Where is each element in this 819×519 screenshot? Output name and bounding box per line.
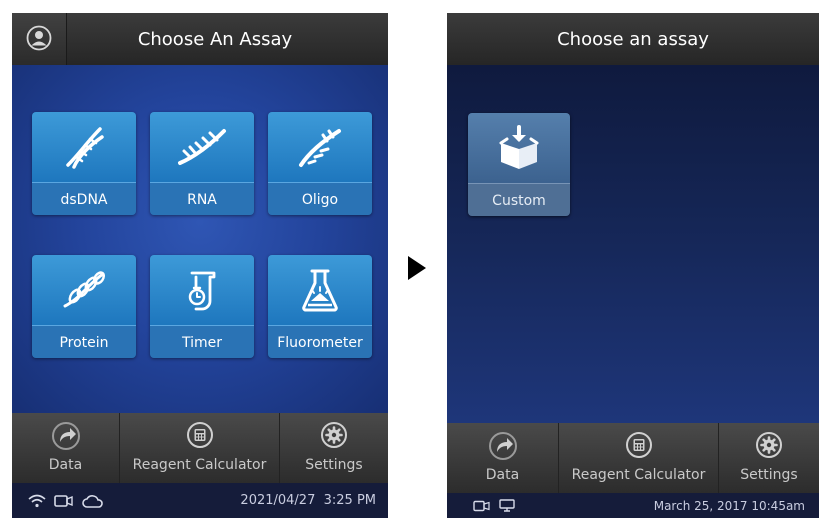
calculator-icon [625,432,652,458]
user-icon [26,25,52,51]
monitor-icon [499,499,515,512]
bottom-nav-bar: Data Reagent Calculator Settings [12,413,388,483]
assay-tile-oligo[interactable]: Oligo [268,112,372,215]
flask-icon [302,269,338,312]
status-bar: 2021/04/27 3:25 PM [12,483,388,518]
open-box-icon [499,125,539,169]
user-profile-button[interactable] [12,13,67,65]
assay-label: RNA [150,182,254,215]
protein-chain-icon [63,271,106,308]
assay-label: Custom [468,183,570,216]
assay-label: Oligo [268,182,372,215]
assay-grid-area: dsDNA RNA Oligo Protein Timer Fluoromete… [12,65,388,413]
assay-label: Protein [32,325,136,358]
play-arrow-icon [408,256,426,280]
camera-icon [54,494,73,507]
dsdna-helix-icon [66,127,104,169]
assay-label: Timer [150,325,254,358]
nav-label: Data [485,467,520,483]
timer-icon [188,271,216,311]
assay-tile-rna[interactable]: RNA [150,112,254,215]
bottom-nav-bar: Data Reagent Calculator Settings [447,423,819,493]
nav-label: Data [48,457,83,473]
assay-tile-dsdna[interactable]: dsDNA [32,112,136,215]
reagent-calculator-button[interactable]: Reagent Calculator [120,413,280,483]
data-button[interactable]: Data [12,413,120,483]
assay-label: Fluorometer [268,325,372,358]
status-datetime: March 25, 2017 10:45am [653,498,805,513]
rna-strand-icon [178,129,226,165]
assay-tile-protein[interactable]: Protein [32,255,136,358]
calculator-icon [186,422,213,448]
left-device-screen: Choose An Assay dsDNA RNA Oligo Protein … [12,13,388,518]
cloud-icon [82,494,103,508]
page-title: Choose An Assay [137,28,293,50]
oligo-strand-icon [299,129,341,167]
data-button[interactable]: Data [447,423,559,493]
nav-label: Settings [305,457,363,473]
assay-tile-fluorometer[interactable]: Fluorometer [268,255,372,358]
settings-button[interactable]: Settings [280,413,388,483]
gear-icon [756,432,782,458]
page-title: Choose an assay [557,28,709,50]
right-device-screen: Choose an assay Custom Data Reagent Calc… [447,13,819,518]
wifi-icon [28,494,46,507]
assay-label: dsDNA [32,182,136,215]
nav-label: Reagent Calculator [571,467,706,483]
title-bar: Choose An Assay [12,13,388,65]
status-datetime: 2021/04/27 3:25 PM [240,493,376,508]
share-arrow-icon [488,432,517,460]
status-bar: March 25, 2017 10:45am [447,493,819,518]
share-arrow-icon [51,422,80,450]
settings-button[interactable]: Settings [719,423,819,493]
title-bar: Choose an assay [447,13,819,65]
camera-icon [473,500,490,511]
gear-icon [321,422,347,448]
assay-grid-area: Custom [447,65,819,457]
assay-tile-custom[interactable]: Custom [468,113,570,216]
nav-label: Settings [740,467,798,483]
nav-label: Reagent Calculator [132,457,267,473]
reagent-calculator-button[interactable]: Reagent Calculator [559,423,719,493]
assay-tile-timer[interactable]: Timer [150,255,254,358]
